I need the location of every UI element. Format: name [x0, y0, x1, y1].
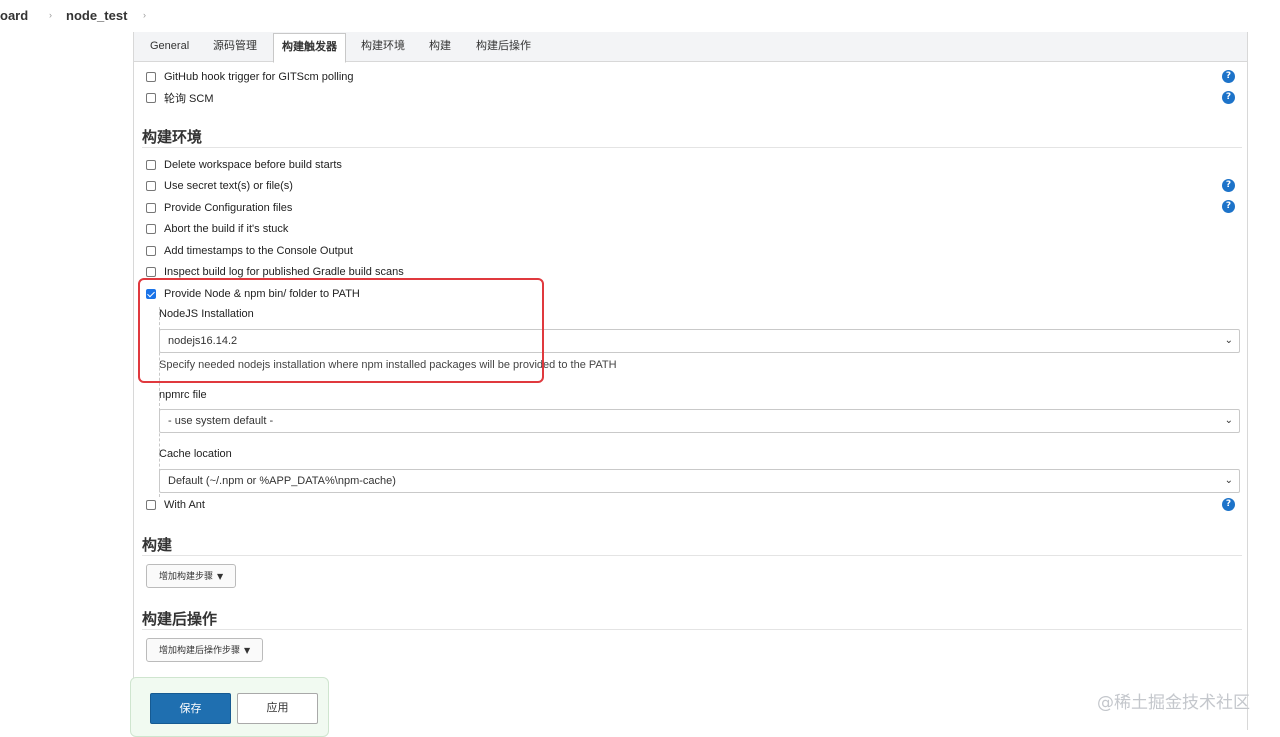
npmrc-label: npmrc file: [159, 389, 207, 401]
button-label: 增加构建后操作步骤: [159, 645, 241, 655]
divider: [142, 555, 1242, 556]
button-label: 增加构建步骤: [159, 571, 214, 581]
option-label: Use secret text(s) or file(s): [164, 180, 293, 192]
caret-down-icon: ▼: [217, 572, 224, 581]
save-bar: 保存 应用: [130, 677, 329, 737]
tab-scm[interactable]: 源码管理: [205, 32, 265, 62]
save-button[interactable]: 保存: [150, 693, 231, 724]
help-icon[interactable]: ?: [1222, 91, 1235, 104]
breadcrumb: oard › node_test ›: [0, 0, 1280, 32]
add-build-step-button[interactable]: 增加构建步骤 ▼: [146, 564, 237, 588]
chevron-down-icon: ⌄: [1224, 335, 1233, 346]
cache-location-select[interactable]: Default (~/.npm or %APP_DATA%\npm-cache)…: [159, 469, 1240, 493]
caret-down-icon: ▼: [244, 646, 251, 655]
breadcrumb-job-link[interactable]: node_test: [66, 8, 127, 23]
divider: [142, 147, 1242, 148]
chevron-down-icon: ⌄: [1224, 475, 1233, 486]
tab-post-build[interactable]: 构建后操作: [468, 32, 539, 62]
tab-build-environment[interactable]: 构建环境: [353, 32, 413, 62]
option-delete-workspace[interactable]: Delete workspace before build starts: [146, 156, 342, 174]
trigger-github-hook[interactable]: GitHub hook trigger for GITScm polling: [146, 68, 354, 86]
add-post-build-step-button[interactable]: 增加构建后操作步骤 ▼: [146, 638, 264, 662]
option-label: 轮询 SCM: [164, 93, 214, 105]
help-icon[interactable]: ?: [1222, 179, 1235, 192]
help-icon[interactable]: ?: [1222, 70, 1235, 83]
config-tabs: General 源码管理 构建触发器 构建环境 构建 构建后操作: [134, 32, 1247, 63]
option-label: With Ant: [164, 499, 205, 511]
option-timestamps[interactable]: Add timestamps to the Console Output: [146, 242, 353, 260]
tab-build[interactable]: 构建: [421, 32, 459, 62]
checkbox[interactable]: [146, 246, 156, 256]
trigger-poll-scm[interactable]: 轮询 SCM: [146, 89, 214, 107]
checkbox[interactable]: [146, 72, 156, 82]
option-label: Abort the build if it's stuck: [164, 223, 289, 235]
option-with-ant[interactable]: With Ant: [146, 496, 205, 514]
checkbox[interactable]: [146, 224, 156, 234]
watermark: @稀土掘金技术社区: [1097, 693, 1250, 713]
cache-location-label: Cache location: [159, 448, 232, 460]
checkbox[interactable]: [146, 181, 156, 191]
option-label: GitHub hook trigger for GITScm polling: [164, 71, 354, 83]
apply-button[interactable]: 应用: [237, 693, 318, 724]
tab-general[interactable]: General: [142, 32, 197, 62]
checkbox[interactable]: [146, 267, 156, 277]
help-icon[interactable]: ?: [1222, 498, 1235, 511]
breadcrumb-separator-icon: ›: [49, 10, 52, 20]
breadcrumb-dashboard-link[interactable]: oard: [0, 8, 28, 23]
option-label: Provide Configuration files: [164, 202, 293, 214]
select-value: Default (~/.npm or %APP_DATA%\npm-cache): [168, 475, 396, 487]
breadcrumb-separator-icon: ›: [143, 10, 146, 20]
tab-build-triggers[interactable]: 构建触发器: [273, 33, 346, 63]
option-config-files[interactable]: Provide Configuration files: [146, 199, 292, 217]
highlight-box: [138, 278, 544, 383]
option-label: Add timestamps to the Console Output: [164, 245, 353, 257]
checkbox[interactable]: [146, 93, 156, 103]
section-title-build: 构建: [142, 537, 173, 554]
section-title-build-env: 构建环境: [142, 129, 203, 146]
option-abort-stuck[interactable]: Abort the build if it's stuck: [146, 220, 288, 238]
checkbox[interactable]: [146, 160, 156, 170]
checkbox[interactable]: [146, 203, 156, 213]
option-label: Inspect build log for published Gradle b…: [164, 266, 404, 278]
divider: [142, 629, 1242, 630]
section-title-post-build: 构建后操作: [142, 611, 218, 628]
help-icon[interactable]: ?: [1222, 200, 1235, 213]
chevron-down-icon: ⌄: [1224, 415, 1233, 426]
option-label: Delete workspace before build starts: [164, 159, 342, 171]
checkbox[interactable]: [146, 500, 156, 510]
option-secret-text[interactable]: Use secret text(s) or file(s): [146, 177, 293, 195]
select-value: - use system default -: [168, 415, 274, 427]
npmrc-select[interactable]: - use system default - ⌄: [159, 409, 1240, 433]
